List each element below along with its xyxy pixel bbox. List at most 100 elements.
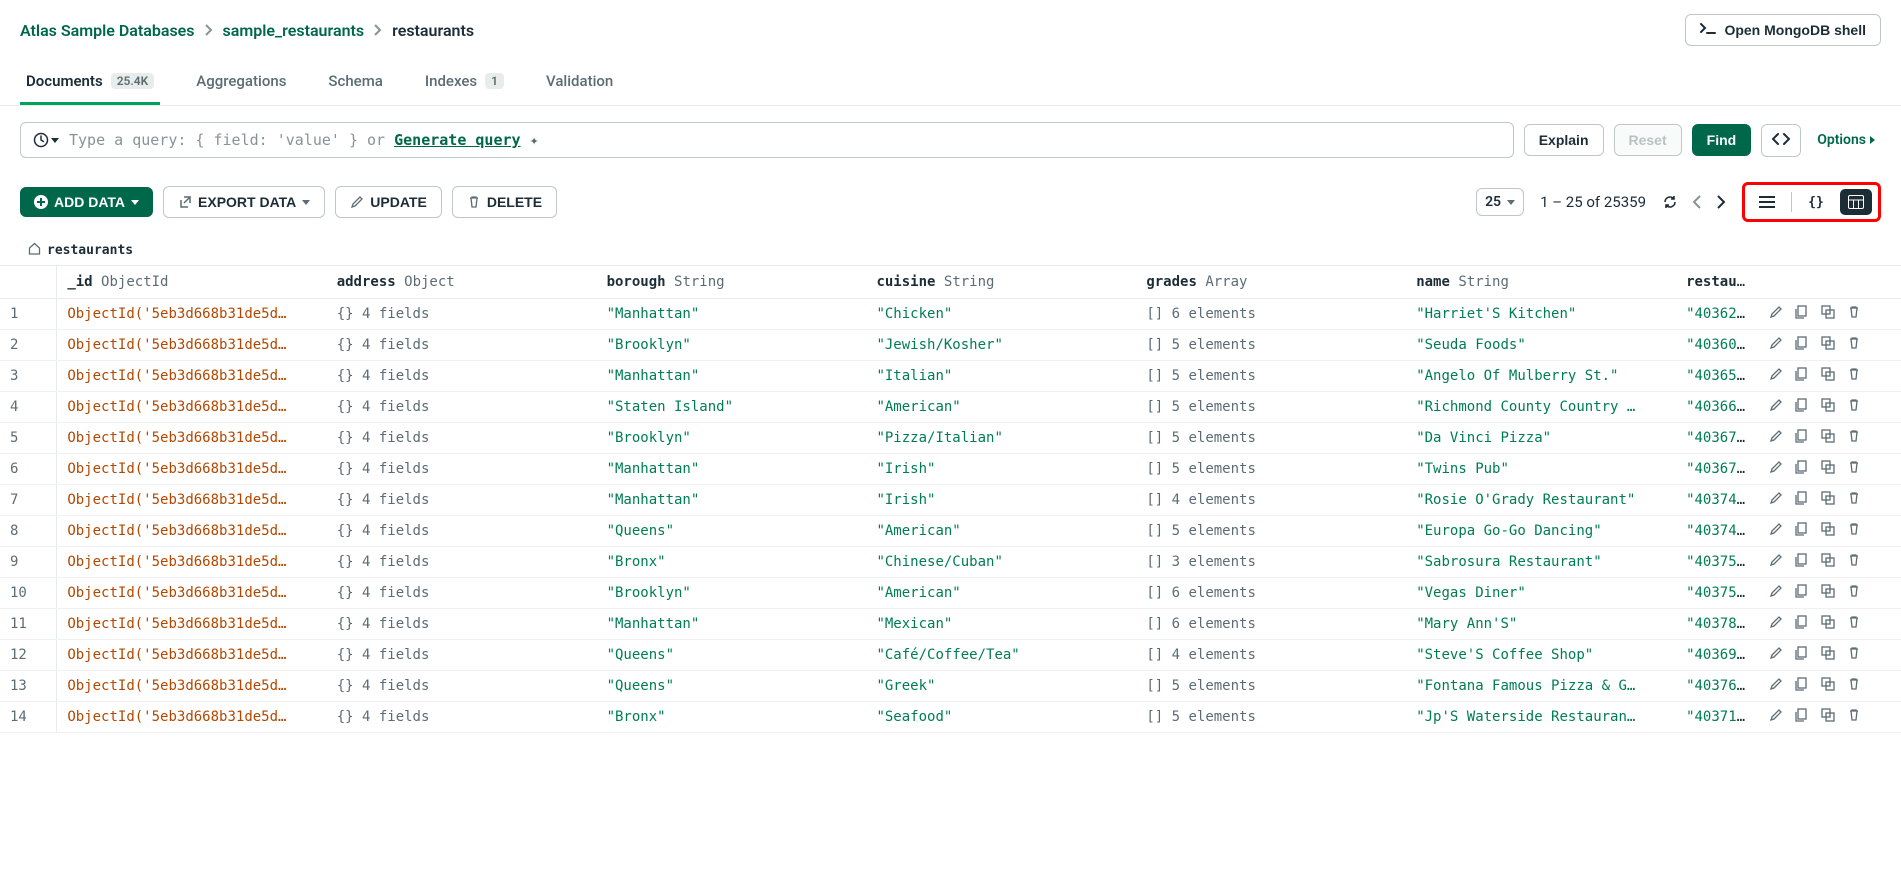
cell-id[interactable]: ObjectId('5eb3d668b31de5d… [57,299,327,330]
cell-address[interactable]: {} 4 fields [327,454,597,485]
cell-name[interactable]: "Steve'S Coffee Shop" [1406,640,1676,671]
cell-name[interactable]: "Da Vinci Pizza" [1406,423,1676,454]
clone-icon[interactable] [1821,491,1835,505]
edit-icon[interactable] [1769,305,1783,319]
cell-name[interactable]: "Vegas Diner" [1406,578,1676,609]
cell-name[interactable]: "Harriet'S Kitchen" [1406,299,1676,330]
col-header-borough[interactable]: borough String [597,266,867,299]
cell-address[interactable]: {} 4 fields [327,578,597,609]
page-size-select[interactable]: 25 [1476,188,1524,216]
cell-id[interactable]: ObjectId('5eb3d668b31de5d… [57,609,327,640]
cell-restaurantid[interactable]: "4037513 [1676,547,1759,578]
copy-icon[interactable] [1795,677,1809,691]
copy-icon[interactable] [1795,460,1809,474]
table-row[interactable]: 2 ObjectId('5eb3d668b31de5d… {} 4 fields… [0,330,1901,361]
cell-restaurantid[interactable]: "4036692 [1676,392,1759,423]
cell-id[interactable]: ObjectId('5eb3d668b31de5d… [57,640,327,671]
trash-icon[interactable] [1847,646,1861,660]
cell-grades[interactable]: [] 4 elements [1136,485,1406,516]
cell-id[interactable]: ObjectId('5eb3d668b31de5d… [57,578,327,609]
trash-icon[interactable] [1847,584,1861,598]
cell-restaurantid[interactable]: "4037597 [1676,578,1759,609]
trash-icon[interactable] [1847,367,1861,381]
cell-restaurantid[interactable]: "4036529 [1676,361,1759,392]
tab-documents[interactable]: Documents 25.4K [20,60,160,105]
trash-icon[interactable] [1847,460,1861,474]
cell-cuisine[interactable]: "American" [866,516,1136,547]
copy-icon[interactable] [1795,491,1809,505]
clone-icon[interactable] [1821,553,1835,567]
cell-grades[interactable]: [] 6 elements [1136,609,1406,640]
table-row[interactable]: 1 ObjectId('5eb3d668b31de5d… {} 4 fields… [0,299,1901,330]
next-page-icon[interactable] [1716,194,1726,210]
cell-restaurantid[interactable]: "4036209 [1676,299,1759,330]
table-row[interactable]: 14 ObjectId('5eb3d668b31de5d… {} 4 field… [0,702,1901,733]
edit-icon[interactable] [1769,553,1783,567]
cell-grades[interactable]: [] 5 elements [1136,671,1406,702]
clone-icon[interactable] [1821,708,1835,722]
cell-cuisine[interactable]: "Jewish/Kosher" [866,330,1136,361]
cell-cuisine[interactable]: "Irish" [866,485,1136,516]
prev-page-icon[interactable] [1692,194,1702,210]
cell-cuisine[interactable]: "Seafood" [866,702,1136,733]
cell-cuisine[interactable]: "American" [866,578,1136,609]
cell-restaurantid[interactable]: "4037471 [1676,485,1759,516]
cell-id[interactable]: ObjectId('5eb3d668b31de5d… [57,516,327,547]
cell-address[interactable]: {} 4 fields [327,609,597,640]
cell-name[interactable]: "Jp'S Waterside Restauran… [1406,702,1676,733]
copy-icon[interactable] [1795,522,1809,536]
cell-borough[interactable]: "Queens" [597,516,867,547]
trash-icon[interactable] [1847,677,1861,691]
cell-restaurantid[interactable]: "4036004 [1676,330,1759,361]
cell-borough[interactable]: "Manhattan" [597,454,867,485]
cell-address[interactable]: {} 4 fields [327,547,597,578]
cell-borough[interactable]: "Brooklyn" [597,330,867,361]
query-history-button[interactable] [33,132,59,148]
delete-button[interactable]: DELETE [452,186,557,218]
edit-icon[interactable] [1769,398,1783,412]
breadcrumb-db[interactable]: sample_restaurants [223,21,365,40]
cell-cuisine[interactable]: "Greek" [866,671,1136,702]
open-shell-button[interactable]: Open MongoDB shell [1685,14,1881,46]
table-row[interactable]: 5 ObjectId('5eb3d668b31de5d… {} 4 fields… [0,423,1901,454]
col-header-restaurantid[interactable]: restaura [1676,266,1759,299]
copy-icon[interactable] [1795,646,1809,660]
cell-restaurantid[interactable]: "4036717 [1676,454,1759,485]
cell-restaurantid[interactable]: "4037607 [1676,671,1759,702]
clone-icon[interactable] [1821,429,1835,443]
table-row[interactable]: 11 ObjectId('5eb3d668b31de5d… {} 4 field… [0,609,1901,640]
cell-id[interactable]: ObjectId('5eb3d668b31de5d… [57,330,327,361]
copy-icon[interactable] [1795,584,1809,598]
table-row[interactable]: 7 ObjectId('5eb3d668b31de5d… {} 4 fields… [0,485,1901,516]
cell-name[interactable]: "Twins Pub" [1406,454,1676,485]
col-header-grades[interactable]: grades Array [1136,266,1406,299]
trash-icon[interactable] [1847,553,1861,567]
cell-borough[interactable]: "Brooklyn" [597,423,867,454]
cell-borough[interactable]: "Bronx" [597,702,867,733]
cell-borough[interactable]: "Queens" [597,640,867,671]
clone-icon[interactable] [1821,336,1835,350]
copy-icon[interactable] [1795,708,1809,722]
cell-name[interactable]: "Fontana Famous Pizza & G… [1406,671,1676,702]
clone-icon[interactable] [1821,522,1835,536]
clone-icon[interactable] [1821,305,1835,319]
cell-restaurantid[interactable]: "4036905 [1676,640,1759,671]
trash-icon[interactable] [1847,522,1861,536]
cell-borough[interactable]: "Manhattan" [597,609,867,640]
cell-borough[interactable]: "Staten Island" [597,392,867,423]
trash-icon[interactable] [1847,429,1861,443]
col-header-name[interactable]: name String [1406,266,1676,299]
col-header-id[interactable]: _id ObjectId [57,266,327,299]
edit-icon[interactable] [1769,584,1783,598]
cell-name[interactable]: "Angelo Of Mulberry St." [1406,361,1676,392]
cell-borough[interactable]: "Manhattan" [597,485,867,516]
tab-schema[interactable]: Schema [322,60,388,105]
cell-address[interactable]: {} 4 fields [327,485,597,516]
cell-address[interactable]: {} 4 fields [327,392,597,423]
cell-restaurantid[interactable]: "4037172 [1676,702,1759,733]
cell-grades[interactable]: [] 5 elements [1136,423,1406,454]
update-button[interactable]: UPDATE [335,186,442,218]
cell-borough[interactable]: "Manhattan" [597,299,867,330]
trash-icon[interactable] [1847,336,1861,350]
cell-cuisine[interactable]: "Mexican" [866,609,1136,640]
